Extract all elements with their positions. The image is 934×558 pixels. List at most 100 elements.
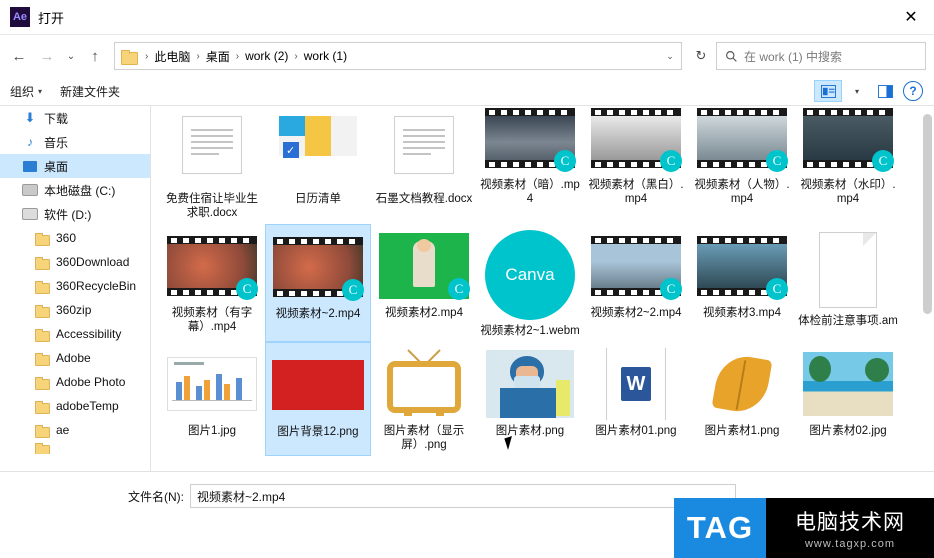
document-icon [182, 116, 242, 174]
breadcrumb-item-1[interactable]: 桌面 [204, 48, 232, 65]
chevron-down-icon[interactable]: ⌄ [659, 51, 681, 62]
document-icon [394, 116, 454, 174]
file-item[interactable]: 免费住宿让毕业生求职.docx [159, 110, 265, 224]
navigation-pane[interactable]: ⬇ 下载 ♪ 音乐 桌面 本地磁盘 (C:) 软件 (D:) 360 360Do… [0, 106, 151, 471]
sidebar-item-partial[interactable] [0, 442, 150, 454]
file-name: 免费住宿让毕业生求职.docx [166, 193, 258, 219]
scrollbar-thumb[interactable] [923, 114, 932, 314]
folder-icon [34, 326, 50, 342]
watermark-text-group: 电脑技术网 www.tagxp.com [766, 498, 934, 558]
breadcrumb-item-3[interactable]: work (1) [302, 49, 349, 63]
sidebar-item-local-disk-c[interactable]: 本地磁盘 (C:) [0, 178, 150, 202]
folder-icon [34, 302, 50, 318]
file-item[interactable]: 图片素材（显示屏）.png [371, 342, 477, 456]
sidebar-item-label: 360RecycleBin [56, 279, 137, 293]
file-name: 视频素材~2.mp4 [275, 308, 361, 320]
watermark-url: www.tagxp.com [804, 538, 896, 550]
file-item-selected[interactable]: 图片背景12.png [265, 342, 371, 456]
file-item[interactable]: 图片素材.png [477, 342, 583, 456]
file-item[interactable]: 图片素材1.png [689, 342, 795, 456]
file-thumbnail [800, 230, 896, 310]
file-item[interactable]: C 视频素材（黑白）.mp4 [583, 108, 689, 224]
file-item[interactable]: ✓ 日历清单 [265, 110, 371, 224]
sidebar-item-360zip[interactable]: 360zip [0, 298, 150, 322]
organize-button[interactable]: 组织 ▾ [10, 83, 42, 100]
file-item[interactable]: C 视频素材2~2.mp4 [583, 224, 689, 342]
file-item[interactable]: C 视频素材（人物）.mp4 [689, 108, 795, 224]
breadcrumb-separator: › [145, 50, 149, 62]
chevron-down-icon: ▾ [854, 86, 859, 96]
file-name: 石墨文档教程.docx [375, 193, 473, 205]
canva-logo-icon: Canva [485, 230, 575, 320]
sidebar-item-360download[interactable]: 360Download [0, 250, 150, 274]
file-item[interactable]: 体检前注意事项.am [795, 224, 901, 342]
sidebar-item-360[interactable]: 360 [0, 226, 150, 250]
folder-icon [34, 374, 50, 390]
view-options-caret[interactable]: ▾ [844, 81, 870, 101]
back-button[interactable]: ← [6, 43, 32, 69]
help-button[interactable]: ? [900, 81, 926, 101]
file-list-scrollbar[interactable] [920, 106, 934, 471]
file-item[interactable]: C 视频素材（暗）.mp4 [477, 108, 583, 224]
file-list-pane[interactable]: 免费住宿让毕业生求职.docx ✓ 日历清单 石墨文档教程.docx C 视频素… [151, 106, 934, 471]
file-item[interactable]: C 视频素材（有字幕）.mp4 [159, 224, 265, 342]
help-icon: ? [903, 81, 923, 101]
file-thumbnail [800, 348, 896, 420]
sidebar-item-desktop[interactable]: 桌面 [0, 154, 150, 178]
sidebar-item-label: 360Download [56, 255, 130, 269]
preview-pane-button[interactable] [872, 81, 898, 101]
file-thumbnail [694, 348, 790, 420]
sidebar-item-360recyclebin[interactable]: 360RecycleBin [0, 274, 150, 298]
file-open-dialog: Ae 打开 ✕ ← → ⌄ ↑ › 此电脑 › 桌面 › work (2) › … [0, 0, 934, 558]
file-item-selected[interactable]: C 视频素材~2.mp4 [265, 224, 371, 342]
file-item[interactable]: 石墨文档教程.docx [371, 110, 477, 224]
file-thumbnail: Canva [482, 230, 578, 320]
cloud-badge: C [554, 150, 576, 172]
file-thumbnail: C [694, 106, 790, 174]
sidebar-item-label: 桌面 [44, 159, 69, 174]
breadcrumb-separator: › [235, 50, 240, 62]
watermark: TAG 电脑技术网 www.tagxp.com [674, 498, 934, 558]
file-item[interactable]: C 视频素材2.mp4 [371, 224, 477, 342]
filename-input[interactable]: 视频素材~2.mp4 [190, 484, 736, 508]
search-box[interactable]: 在 work (1) 中搜索 [716, 42, 926, 70]
new-folder-button[interactable]: 新建文件夹 [60, 83, 120, 100]
refresh-icon[interactable]: ↻ [688, 48, 714, 64]
watermark-tag: TAG [674, 498, 766, 558]
close-icon[interactable]: ✕ [888, 0, 934, 34]
sidebar-item-accessibility[interactable]: Accessibility [0, 322, 150, 346]
command-toolbar: 组织 ▾ 新建文件夹 ▾ ? [0, 77, 934, 106]
tv-icon [387, 349, 461, 416]
view-mode-button[interactable] [814, 80, 842, 102]
recent-locations-icon[interactable]: ⌄ [62, 43, 80, 69]
file-name: 视频素材（黑白）.mp4 [588, 179, 684, 205]
file-item[interactable]: 图片素材02.jpg [795, 342, 901, 456]
file-thumbnail: C [376, 230, 472, 302]
up-button[interactable]: ↑ [82, 43, 108, 69]
file-thumbnail: C [694, 230, 790, 302]
file-grid: 免费住宿让毕业生求职.docx ✓ 日历清单 石墨文档教程.docx C 视频素… [151, 106, 934, 456]
file-name: 视频素材2~1.webm [480, 325, 580, 337]
file-name: 视频素材（暗）.mp4 [480, 179, 580, 205]
sidebar-item-downloads[interactable]: ⬇ 下载 [0, 106, 150, 130]
sidebar-item-ae[interactable]: ae [0, 418, 150, 442]
cloud-badge: C [342, 279, 364, 301]
sidebar-item-adobe[interactable]: Adobe [0, 346, 150, 370]
file-item[interactable]: C 视频素材3.mp4 [689, 224, 795, 342]
breadcrumb-item-0[interactable]: 此电脑 [152, 48, 192, 65]
svg-text:✓: ✓ [286, 145, 295, 157]
breadcrumb[interactable]: › 此电脑 › 桌面 › work (2) › work (1) [115, 48, 659, 65]
file-item[interactable]: C 视频素材（水印）.mp4 [795, 108, 901, 224]
breadcrumb-item-2[interactable]: work (2) [243, 49, 290, 63]
forward-button[interactable]: → [34, 43, 60, 69]
file-item[interactable]: 图片1.jpg [159, 342, 265, 456]
sidebar-item-software-d[interactable]: 软件 (D:) [0, 202, 150, 226]
file-item[interactable]: Canva 视频素材2~1.webm [477, 224, 583, 342]
file-name: 视频素材（水印）.mp4 [800, 179, 896, 205]
file-item[interactable]: W 图片素材01.png [583, 342, 689, 456]
sidebar-item-music[interactable]: ♪ 音乐 [0, 130, 150, 154]
address-bar[interactable]: › 此电脑 › 桌面 › work (2) › work (1) ⌄ [114, 42, 682, 70]
sidebar-item-adobe-photo[interactable]: Adobe Photo [0, 370, 150, 394]
sidebar-item-adobetemp[interactable]: adobeTemp [0, 394, 150, 418]
file-thumbnail: C [482, 106, 578, 174]
